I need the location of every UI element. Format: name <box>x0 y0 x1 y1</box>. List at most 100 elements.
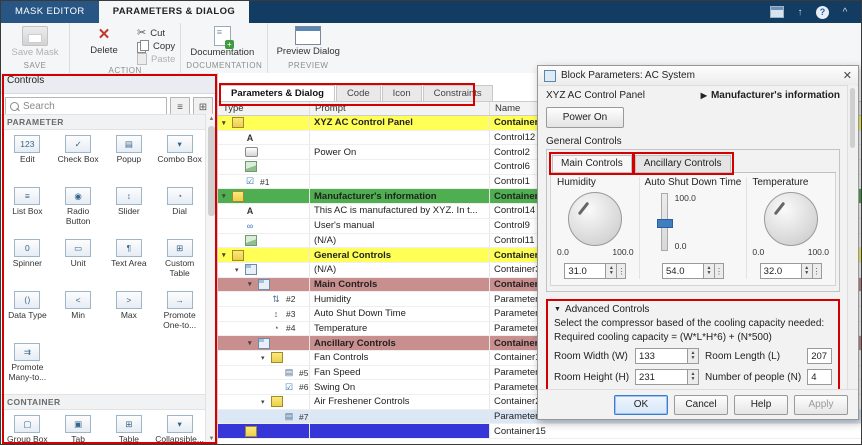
expand-caret-icon[interactable]: ▾ <box>235 266 244 274</box>
shutdown-slider[interactable] <box>661 193 668 251</box>
editor-tab-constraints[interactable]: Constraints <box>423 85 493 101</box>
spinner-arrows-icon[interactable]: ▲▼ <box>704 263 715 279</box>
prompt-cell[interactable] <box>310 410 490 424</box>
humidity-value[interactable]: 31.0 <box>564 263 606 279</box>
palette-item-tab[interactable]: ▣Tab <box>53 411 104 444</box>
palette-item-radio-button[interactable]: ◉Radio Button <box>53 183 104 235</box>
type-cell[interactable]: ▾ <box>218 189 310 203</box>
prompt-cell[interactable]: Fan Controls <box>310 351 490 365</box>
prompt-cell[interactable]: Humidity <box>310 292 490 306</box>
prompt-cell[interactable]: This AC is manufactured by XYZ. In t... <box>310 204 490 218</box>
palette-item-unit[interactable]: ▭Unit <box>53 235 104 287</box>
palette-item-edit[interactable]: 123Edit <box>2 131 53 183</box>
upload-icon[interactable]: ↑ <box>793 5 807 19</box>
documentation-button[interactable]: Documentation <box>186 25 258 58</box>
column-header-prompt[interactable]: Prompt <box>310 102 490 115</box>
scroll-down-icon[interactable]: ▼ <box>209 434 215 444</box>
window-icon[interactable] <box>770 6 784 18</box>
room-length-value[interactable]: 207 <box>807 348 832 364</box>
type-cell[interactable]: ◔#4 <box>218 322 310 336</box>
prompt-cell[interactable]: Fan Speed <box>310 366 490 380</box>
cut-button[interactable]: ✂Cut <box>137 27 175 39</box>
palette-item-custom-table[interactable]: ⊞Custom Table <box>154 235 205 287</box>
type-cell[interactable]: ↕#3 <box>218 307 310 321</box>
palette-item-promote-many-to[interactable]: ⇉Promote Many-to... <box>2 339 53 391</box>
temperature-value[interactable]: 32.0 <box>760 263 802 279</box>
spinner-arrows-icon[interactable]: ▲▼ <box>688 348 699 364</box>
prompt-cell[interactable]: Auto Shut Down Time <box>310 307 490 321</box>
dialog-tab-ancillary-controls[interactable]: Ancillary Controls <box>635 155 731 172</box>
type-cell[interactable]: ⇅#2 <box>218 292 310 306</box>
table-row[interactable]: Container15 <box>218 424 861 439</box>
prompt-cell[interactable]: User's manual <box>310 219 490 233</box>
prompt-cell[interactable]: Temperature <box>310 322 490 336</box>
prompt-cell[interactable]: (N/A) <box>310 234 490 248</box>
search-input[interactable]: Search <box>5 97 167 115</box>
palette-item-max[interactable]: >Max <box>104 287 155 339</box>
type-cell[interactable]: ▤#5 <box>218 366 310 380</box>
prompt-cell[interactable]: Swing On <box>310 380 490 394</box>
spinner-arrows-icon[interactable]: ▲▼ <box>688 369 699 385</box>
scrollbar-thumb[interactable] <box>208 126 215 216</box>
palette-item-combo-box[interactable]: ▾Combo Box <box>154 131 205 183</box>
room-height-value[interactable]: 231 <box>635 369 688 385</box>
slider-handle[interactable] <box>657 219 673 228</box>
collapse-caret-icon[interactable]: ▼ <box>554 306 561 313</box>
palette-item-dial[interactable]: ◔Dial <box>154 183 205 235</box>
palette-item-data-type[interactable]: ⟨⟩Data Type <box>2 287 53 339</box>
expand-caret-icon[interactable]: ▾ <box>222 119 231 127</box>
close-icon[interactable]: ✕ <box>843 69 852 82</box>
prompt-cell[interactable]: Ancillary Controls <box>310 336 490 350</box>
type-cell[interactable] <box>218 424 310 438</box>
palette-item-popup[interactable]: ▤Popup <box>104 131 155 183</box>
type-cell[interactable]: ∞ <box>218 219 310 233</box>
type-cell[interactable]: ▾ <box>218 336 310 350</box>
type-cell[interactable]: A <box>218 204 310 218</box>
prompt-cell[interactable] <box>310 131 490 145</box>
type-cell[interactable]: ☑#6 <box>218 380 310 394</box>
scrollbar-thumb[interactable] <box>850 88 855 148</box>
column-header-type[interactable]: Type <box>218 102 310 115</box>
cancel-button[interactable]: Cancel <box>674 395 728 415</box>
palette-item-table[interactable]: ⊞Table <box>104 411 155 444</box>
palette-item-list-box[interactable]: ≡List Box <box>2 183 53 235</box>
type-cell[interactable]: ▾ <box>218 351 310 365</box>
prompt-cell[interactable]: XYZ AC Control Panel <box>310 116 490 130</box>
temperature-dial[interactable] <box>764 192 818 246</box>
expand-caret-icon[interactable]: ▾ <box>248 339 257 347</box>
room-width-value[interactable]: 133 <box>635 348 688 364</box>
expand-caret-icon[interactable]: ▾ <box>222 192 231 200</box>
palette-item-spinner[interactable]: 0Spinner <box>2 235 53 287</box>
prompt-cell[interactable]: Air Freshener Controls <box>310 395 490 409</box>
spinner-arrows-icon[interactable]: ▲▼ <box>802 263 813 279</box>
palette-item-promote-one-to[interactable]: →Promote One-to... <box>154 287 205 339</box>
prompt-cell[interactable]: Main Controls <box>310 278 490 292</box>
type-cell[interactable]: ▾ <box>218 263 310 277</box>
people-count-value[interactable]: 4 <box>807 369 832 385</box>
prompt-cell[interactable]: Manufacturer's information <box>310 189 490 203</box>
tab-parameters-dialog[interactable]: PARAMETERS & DIALOG <box>99 1 249 23</box>
palette-item-group-box[interactable]: ▢Group Box <box>2 411 53 444</box>
expand-caret-icon[interactable]: ▾ <box>261 398 270 406</box>
palette-item-slider[interactable]: ↕Slider <box>104 183 155 235</box>
more-options-icon[interactable]: ⋮ <box>813 263 822 279</box>
expand-caret-icon[interactable]: ▾ <box>248 280 257 288</box>
prompt-cell[interactable] <box>310 175 490 189</box>
palette-item-text-area[interactable]: ¶Text Area <box>104 235 155 287</box>
tab-mask-editor[interactable]: MASK EDITOR <box>1 1 99 23</box>
type-cell[interactable]: ▾ <box>218 395 310 409</box>
power-on-button[interactable]: Power On <box>546 107 624 128</box>
expand-caret-icon[interactable]: ▾ <box>261 354 270 362</box>
dialog-scrollbar[interactable] <box>847 85 857 389</box>
preview-dialog-button[interactable]: Preview Dialog <box>273 25 343 57</box>
manufacturer-info-toggle[interactable]: ▶ Manufacturer's information <box>701 90 840 101</box>
editor-tab-parameters-dialog[interactable]: Parameters & Dialog <box>220 85 335 101</box>
type-cell[interactable] <box>218 145 310 159</box>
type-cell[interactable] <box>218 160 310 174</box>
dialog-tab-main-controls[interactable]: Main Controls <box>552 155 632 172</box>
shutdown-value[interactable]: 54.0 <box>662 263 704 279</box>
editor-tab-code[interactable]: Code <box>336 85 381 101</box>
help-button[interactable]: Help <box>734 395 788 415</box>
type-cell[interactable]: ☑#1 <box>218 175 310 189</box>
copy-button[interactable]: Copy <box>137 40 175 52</box>
